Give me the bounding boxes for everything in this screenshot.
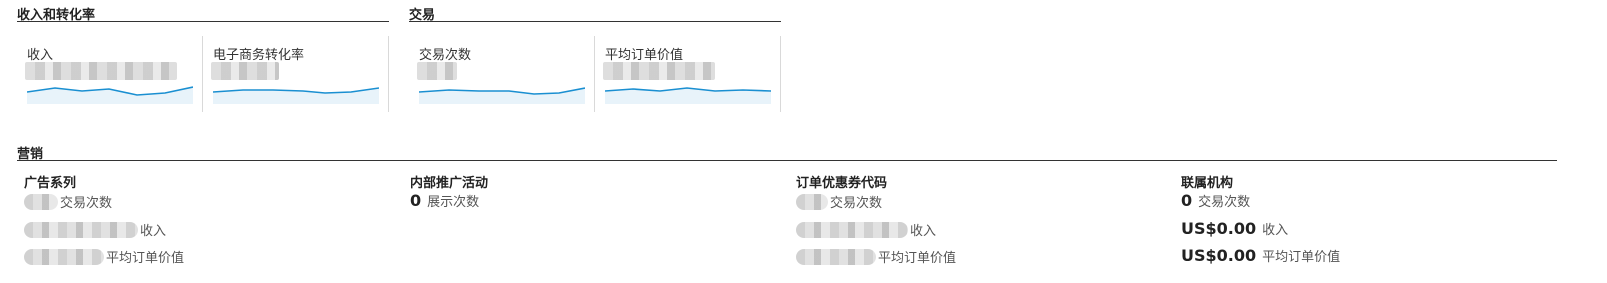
redacted-value (796, 248, 876, 265)
metric-label: 平均订单价值 (106, 251, 185, 266)
metric-label: 平均订单价值 (878, 251, 957, 266)
metric-value: US$0.00 (1181, 246, 1257, 265)
card-revenue[interactable]: 收入 (17, 36, 203, 114)
card-label-conversion: 电子商务转化率 (213, 48, 305, 63)
metric-row: 收入 (24, 220, 166, 239)
marketing-campaigns: 广告系列 交易次数 收入 平均订单价值 (24, 172, 394, 272)
card-label-avg-order-value: 平均订单价值 (605, 48, 684, 63)
metric-row: 交易次数 (796, 192, 882, 211)
marketing-internal-promotions: 内部推广活动 0 展示次数 (410, 172, 780, 272)
metric-label: 收入 (140, 224, 167, 239)
ecommerce-overview: 收入和转化率 收入 电子商务转化率 交易 交易次数 平均订单价值 营销 广告系列… (0, 0, 1607, 283)
sparkline-transactions (419, 87, 585, 104)
marketing-coupon-codes: 订单优惠券代码 交易次数 收入 平均订单价值 (796, 172, 1166, 272)
metric-label: 交易次数 (1198, 195, 1251, 210)
metric-row: 收入 (796, 220, 936, 239)
metric-value: 0 (410, 191, 422, 210)
redacted-value (24, 221, 138, 238)
section-rule-revenue (17, 21, 389, 22)
redacted-value (603, 62, 715, 80)
sparkline-avg-order-value (605, 87, 771, 104)
card-label-revenue: 收入 (27, 48, 54, 63)
marketing-column-title[interactable]: 内部推广活动 (410, 172, 780, 191)
section-rule-marketing (17, 160, 1557, 161)
metric-label: 收入 (910, 224, 937, 239)
metric-label: 交易次数 (60, 196, 113, 211)
metric-row: 0 展示次数 (410, 191, 479, 210)
metric-row: 0 交易次数 (1181, 191, 1250, 210)
redacted-value (796, 221, 908, 238)
sparkline-conversion (213, 87, 379, 104)
metric-label: 交易次数 (830, 196, 883, 211)
metric-row: 交易次数 (24, 192, 112, 211)
marketing-column-title[interactable]: 联属机构 (1181, 172, 1551, 191)
metric-value: US$0.00 (1181, 219, 1257, 238)
metric-row: US$0.00 收入 (1181, 219, 1288, 238)
redacted-value (24, 248, 104, 265)
redacted-value (25, 62, 177, 80)
metric-value: 0 (1181, 191, 1193, 210)
marketing-column-title[interactable]: 广告系列 (24, 172, 394, 191)
section-rule-transactions (409, 21, 781, 22)
metric-label: 平均订单价值 (1262, 250, 1341, 265)
card-transactions[interactable]: 交易次数 (409, 36, 595, 114)
redacted-value (24, 193, 58, 210)
marketing-affiliates: 联属机构 0 交易次数 US$0.00 收入 US$0.00 平均订单价值 (1181, 172, 1551, 272)
metric-label: 收入 (1262, 223, 1289, 238)
redacted-value (211, 62, 279, 80)
metric-label: 展示次数 (427, 195, 480, 210)
card-divider (780, 36, 781, 112)
card-conversion[interactable]: 电子商务转化率 (203, 36, 389, 114)
sparkline-revenue (27, 86, 193, 104)
metric-row: US$0.00 平均订单价值 (1181, 246, 1340, 265)
redacted-value (417, 62, 457, 80)
card-label-transactions: 交易次数 (419, 48, 472, 63)
metric-row: 平均订单价值 (796, 247, 956, 266)
card-avg-order-value[interactable]: 平均订单价值 (595, 36, 781, 114)
redacted-value (796, 193, 828, 210)
card-divider (388, 36, 389, 112)
marketing-column-title[interactable]: 订单优惠券代码 (796, 172, 1166, 191)
metric-row: 平均订单价值 (24, 247, 184, 266)
